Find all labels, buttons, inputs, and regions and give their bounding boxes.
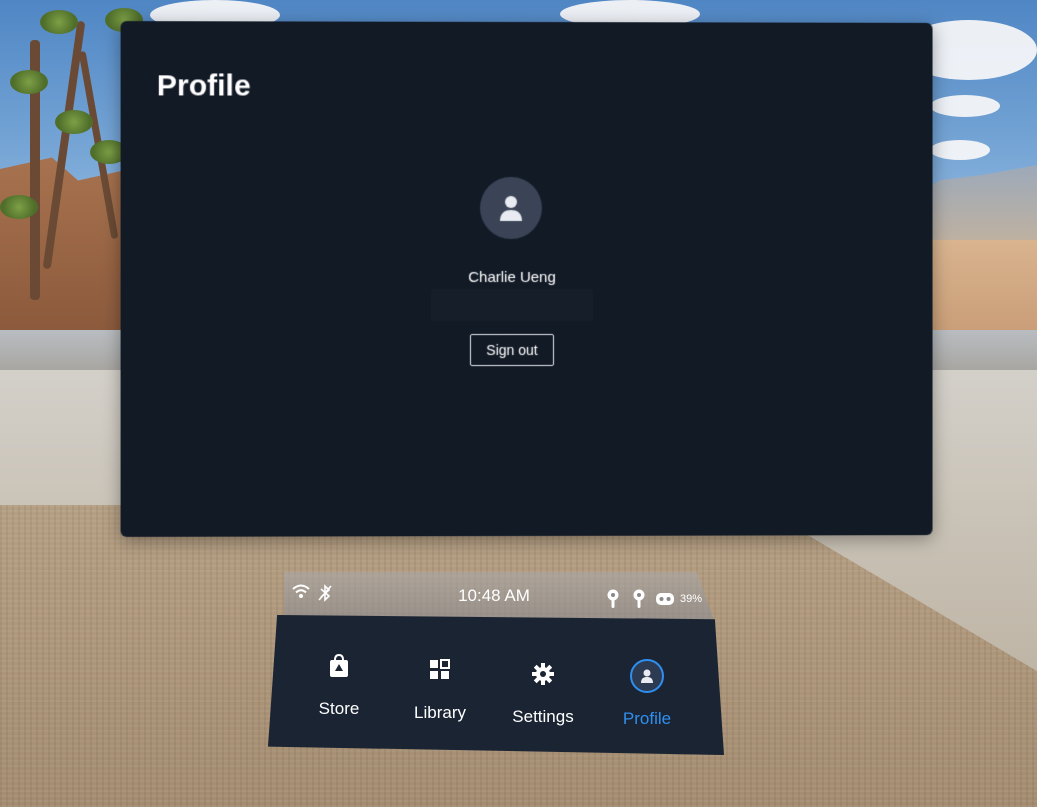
dock-item-profile[interactable]: Profile [602, 657, 692, 747]
profile-panel: Profile Charlie Ueng Sign out [120, 21, 933, 537]
profile-icon [630, 659, 664, 693]
dock-item-store[interactable]: Store [294, 647, 384, 737]
joshua-tree-leaves [10, 70, 48, 94]
dock-label: Library [414, 703, 466, 722]
headset-icon [656, 592, 674, 611]
cloud [930, 95, 1000, 117]
clock: 10:48 AM [458, 586, 530, 605]
dock-item-settings[interactable]: Settings [498, 655, 588, 745]
store-bag-icon [330, 654, 348, 677]
user-name: Charlie Ueng [468, 268, 556, 287]
wifi-icon [292, 584, 310, 605]
joshua-tree-leaves [40, 10, 78, 34]
battery-level: 39% [680, 593, 703, 605]
library-grid-icon [430, 659, 450, 679]
page-title: Profile [156, 69, 251, 103]
dock-label: Profile [622, 709, 672, 728]
bottom-dock: Store Library Settings Profile [268, 615, 724, 755]
sign-out-button[interactable]: Sign out [469, 333, 554, 367]
status-bar: 10:48 AM 39% [284, 572, 714, 620]
dock-label: Store [318, 699, 360, 718]
joshua-tree-leaves [0, 195, 38, 219]
bluetooth-off-icon [318, 584, 332, 607]
avatar [479, 176, 542, 240]
cloud [930, 140, 990, 160]
user-silhouette-icon [499, 195, 522, 221]
joshua-tree-leaves [55, 110, 93, 134]
dock-item-library[interactable]: Library [395, 651, 485, 741]
controller-right-icon [632, 589, 646, 614]
gear-icon [532, 663, 554, 685]
controller-left-icon [606, 589, 620, 614]
dock-label: Settings [512, 707, 574, 726]
redacted-email [430, 288, 593, 322]
